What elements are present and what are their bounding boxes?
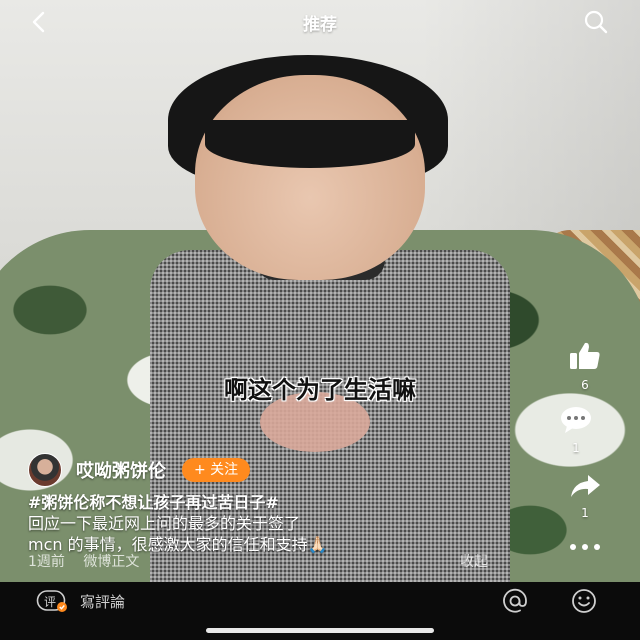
post-source[interactable]: 微博正文 [83, 554, 139, 570]
top-bar: 推荐 [0, 0, 640, 44]
mention-button[interactable] [500, 586, 530, 616]
comment-button[interactable]: 1 [551, 405, 601, 455]
comment-badge-icon: 评 [36, 588, 68, 614]
search-icon [584, 10, 608, 34]
hair-fringe [205, 120, 415, 168]
share-button[interactable]: 1 [560, 472, 610, 520]
share-arrow-icon [571, 475, 600, 497]
comment-bubble-icon [561, 407, 591, 433]
author-row: 哎呦粥饼伦 + 关注 [28, 452, 251, 488]
bottom-comment-bar: 评 寫評論 [0, 582, 640, 640]
comment-badge-text: 评 [44, 595, 57, 609]
like-button[interactable]: 6 [560, 340, 610, 392]
comment-input[interactable]: 评 寫評論 [36, 585, 125, 617]
emoji-button[interactable] [568, 586, 600, 616]
smiley-icon [572, 589, 596, 613]
post-meta: 1週前 微博正文 收起 [28, 551, 488, 571]
post-caption: #粥饼伦称不想让孩子再过苦日子# 回应一下最近网上问的最多的关于签了 mcn 的… [28, 492, 498, 555]
face [195, 75, 425, 280]
search-button[interactable] [582, 8, 610, 36]
comment-count: 1 [572, 441, 580, 455]
more-options-button[interactable] [560, 537, 610, 561]
caption-hashtag[interactable]: #粥饼伦称不想让孩子再过苦日子# [28, 492, 498, 513]
post-time: 1週前 [28, 554, 65, 570]
home-indicator[interactable] [206, 628, 434, 633]
like-count: 6 [581, 378, 589, 392]
follow-button[interactable]: + 关注 [182, 458, 251, 482]
thumbs-up-icon [570, 342, 600, 369]
caption-line: 回应一下最近网上问的最多的关于签了 [28, 514, 301, 533]
collapse-button[interactable]: 收起 [460, 551, 488, 571]
video-subtitle: 啊这个为了生活嘛 [224, 376, 416, 404]
share-count: 1 [581, 506, 589, 520]
more-dots-icon [570, 544, 600, 550]
author-name[interactable]: 哎呦粥饼伦 [76, 457, 166, 483]
avatar[interactable] [28, 453, 62, 487]
page-title: 推荐 [303, 15, 337, 35]
at-sign-icon [503, 588, 527, 613]
comment-placeholder: 寫評論 [80, 592, 126, 611]
